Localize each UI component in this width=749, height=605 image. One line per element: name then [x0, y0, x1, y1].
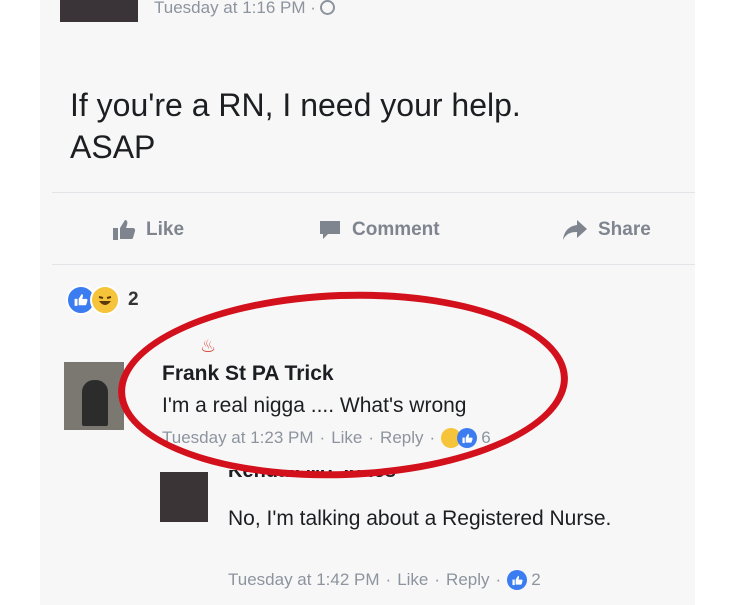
haha-reaction-icon — [90, 285, 120, 315]
avatar-figure — [82, 380, 108, 426]
share-label: Share — [598, 219, 651, 240]
comment-icon — [320, 221, 340, 239]
reply-like-link[interactable]: Like — [397, 570, 428, 590]
like-label: Like — [146, 219, 185, 240]
post-meta: Tuesday at 1:16 PM · — [154, 0, 335, 18]
reply-time[interactable]: Tuesday at 1:42 PM — [228, 570, 380, 590]
commenter-avatar[interactable] — [64, 362, 124, 430]
poster-avatar[interactable] — [60, 0, 138, 22]
divider — [52, 264, 695, 265]
reply-reaction-count[interactable]: 2 — [531, 570, 540, 590]
action-bar: Like Comment Share — [52, 200, 695, 260]
post-text: If you're a RN, I need your help. ASAP — [70, 84, 670, 168]
post-timestamp[interactable]: Tuesday at 1:16 PM · — [154, 0, 316, 17]
post-text-line2: ASAP — [70, 129, 156, 165]
comment-button[interactable]: Comment — [318, 216, 440, 244]
separator-dot: · — [434, 570, 441, 589]
separator-dot: · — [385, 570, 392, 589]
reply-text: No, I'm talking about a Registered Nurse… — [228, 507, 612, 530]
like-reaction-icon — [507, 570, 528, 590]
comment-label: Comment — [352, 219, 440, 240]
separator-dot: · — [495, 570, 502, 589]
reaction-count: 2 — [128, 289, 139, 310]
reply-reply-link[interactable]: Reply — [446, 570, 489, 590]
share-arrow-icon — [563, 220, 587, 240]
reply-meta: Tuesday at 1:42 PM · Like · Reply · 2 — [228, 570, 541, 590]
replier-avatar[interactable] — [160, 472, 208, 522]
like-button[interactable]: Like — [112, 216, 184, 244]
share-button[interactable]: Share — [562, 216, 651, 244]
thumbs-up-icon — [113, 220, 136, 240]
reactions-summary[interactable]: 2 — [66, 285, 139, 315]
post-text-line1: If you're a RN, I need your help. — [70, 87, 521, 123]
globe-icon — [319, 0, 335, 16]
divider — [52, 192, 695, 193]
